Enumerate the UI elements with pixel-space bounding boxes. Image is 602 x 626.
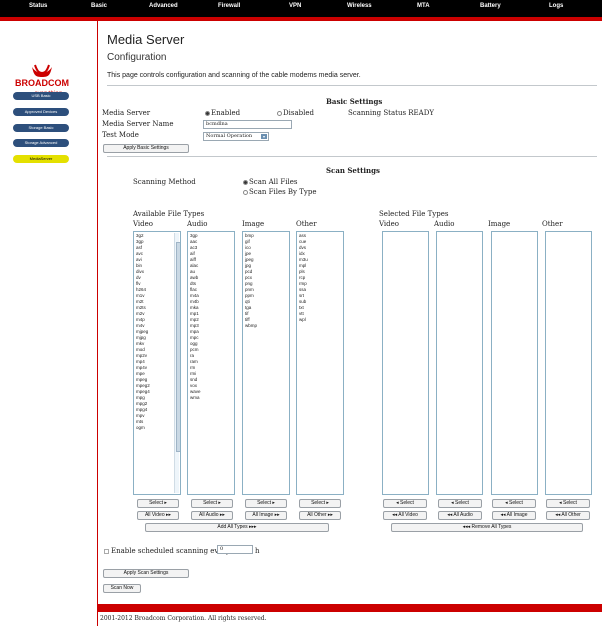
remove-all-image-button[interactable]: ◂◂ All Image (492, 511, 536, 520)
sidebar: BROADCOM everything USB Basic Approved D… (0, 21, 98, 626)
nav-wireless[interactable]: Wireless (347, 3, 372, 9)
available-audio-heading: Audio (187, 220, 208, 228)
chevron-down-icon: ▾ (261, 134, 267, 139)
section-title: Configuration (107, 52, 167, 63)
remove-all-types-button[interactable]: ◂◂◂ Remove All Types (391, 523, 583, 532)
available-other-list[interactable]: ass cue dvs idx m3u mpl pls rcp rmp ssa srt sub txt v… (296, 231, 344, 495)
scanning-method-label: Scanning Method (133, 178, 196, 186)
disabled-option[interactable]: Disabled (277, 109, 314, 117)
nav-battery[interactable]: Battery (480, 3, 501, 9)
available-types-title: Available File Types (133, 210, 205, 218)
nav-mta[interactable]: MTA (417, 3, 430, 9)
nav-logs[interactable]: Logs (549, 3, 563, 9)
remove-image-button[interactable]: ◂ Select (492, 499, 536, 508)
video-file-type-item[interactable]: ogm (136, 425, 178, 431)
selected-other-heading: Other (542, 220, 563, 228)
sidebar-storage-basic[interactable]: Storage Basic (13, 124, 69, 132)
audio-file-type-item[interactable]: wma (190, 395, 232, 401)
other-file-type-item[interactable]: wpl (299, 317, 341, 323)
selected-audio-heading: Audio (434, 220, 455, 228)
all-other-button[interactable]: All Other ▸▸ (299, 511, 341, 520)
nav-firewall[interactable]: Firewall (218, 3, 240, 9)
available-image-list[interactable]: bmp gif ico jpe jpeg jpg pcd pcx png pnm ppm qti tga… (242, 231, 290, 495)
available-video-heading: Video (133, 220, 154, 228)
select-video-button[interactable]: Select ▸ (137, 499, 179, 508)
selected-video-heading: Video (379, 220, 400, 228)
enabled-option[interactable]: Enabled (205, 109, 240, 117)
scan-all-option[interactable]: Scan All Files (243, 178, 297, 186)
remove-all-audio-button[interactable]: ◂◂ All Audio (438, 511, 482, 520)
all-image-button[interactable]: All Image ▸▸ (245, 511, 287, 520)
enabled-radio[interactable] (205, 110, 210, 116)
selected-audio-list[interactable] (436, 231, 483, 495)
nav-basic[interactable]: Basic (91, 3, 107, 9)
broadcom-logo: BROADCOM everything (10, 61, 75, 97)
sidebar-storage-advanced[interactable]: Storage Advanced (13, 139, 69, 147)
available-audio-list[interactable]: 3gp aac ac3 aif aiff alac au awb dts flac m4a m4b mk… (187, 231, 235, 495)
nav-vpn[interactable]: VPN (289, 3, 301, 9)
available-image-heading: Image (242, 220, 265, 228)
server-name-label: Media Server Name (102, 120, 174, 128)
page-title: Media Server (107, 32, 185, 47)
divider (107, 156, 597, 157)
add-all-types-button[interactable]: Add All Types ▸▸▸ (145, 523, 329, 532)
schedule-option[interactable]: Enable scheduled scanning every (104, 547, 230, 555)
schedule-checkbox[interactable] (104, 548, 109, 554)
footer-bar (98, 604, 602, 612)
select-audio-button[interactable]: Select ▸ (191, 499, 233, 508)
nav-advanced[interactable]: Advanced (149, 3, 178, 9)
selected-other-list[interactable] (545, 231, 592, 495)
selected-video-list[interactable] (382, 231, 429, 495)
test-mode-label: Test Mode (102, 131, 139, 139)
scan-by-type-radio[interactable] (243, 189, 248, 195)
remove-all-other-button[interactable]: ◂◂ All Other (546, 511, 590, 520)
remove-video-button[interactable]: ◂ Select (383, 499, 427, 508)
server-name-input[interactable]: bcmdlna (203, 120, 292, 129)
remove-audio-button[interactable]: ◂ Select (438, 499, 482, 508)
main-content: Media Server Configuration This page con… (100, 21, 602, 626)
image-file-type-item[interactable]: wbmp (245, 323, 287, 329)
scrollbar[interactable] (174, 233, 180, 493)
apply-scan-settings-button[interactable]: Apply Scan Settings (103, 569, 189, 578)
selected-image-heading: Image (488, 220, 511, 228)
divider (107, 85, 597, 86)
disabled-radio[interactable] (277, 110, 282, 116)
available-other-heading: Other (296, 220, 317, 228)
scanning-status: Scanning Status READY (348, 109, 434, 117)
page-description: This page controls configuration and sca… (107, 72, 361, 79)
broadcom-logo-icon: BROADCOM everything (15, 64, 69, 97)
scan-now-button[interactable]: Scan Now (103, 584, 141, 593)
remove-all-video-button[interactable]: ◂◂ All Video (383, 511, 427, 520)
basic-settings-title: Basic Settings (326, 97, 383, 106)
scan-all-radio[interactable] (243, 179, 248, 185)
apply-basic-settings-button[interactable]: Apply Basic Settings (103, 144, 189, 153)
selected-types-title: Selected File Types (379, 210, 449, 218)
nav-status[interactable]: Status (29, 3, 47, 9)
sidebar-approved-devices[interactable]: Approved Devices (13, 108, 69, 116)
sidebar-usb-basic[interactable]: USB Basic (13, 92, 69, 100)
top-nav: Status Basic Advanced Firewall VPN Wirel… (0, 0, 602, 21)
all-video-button[interactable]: All Video ▸▸ (137, 511, 179, 520)
remove-other-button[interactable]: ◂ Select (546, 499, 590, 508)
sidebar-mediaserver[interactable]: MediaServer (13, 155, 69, 163)
test-mode-select[interactable]: Normal Operation ▾ (203, 132, 269, 141)
available-video-list[interactable]: 3g2 3gp asf avc avi bin divx dv flv h264 m1v m2t m2t… (133, 231, 181, 495)
copyright: 2001-2012 Broadcom Corporation. All righ… (100, 615, 267, 622)
select-image-button[interactable]: Select ▸ (245, 499, 287, 508)
media-server-label: Media Server (102, 109, 151, 117)
selected-image-list[interactable] (491, 231, 538, 495)
scan-by-type-option[interactable]: Scan Files By Type (243, 188, 317, 196)
svg-text:BROADCOM: BROADCOM (15, 78, 69, 88)
scan-settings-title: Scan Settings (326, 166, 380, 175)
select-other-button[interactable]: Select ▸ (299, 499, 341, 508)
schedule-hours-input[interactable]: 0 (217, 545, 253, 554)
schedule-unit: h (255, 547, 260, 555)
all-audio-button[interactable]: All Audio ▸▸ (191, 511, 233, 520)
